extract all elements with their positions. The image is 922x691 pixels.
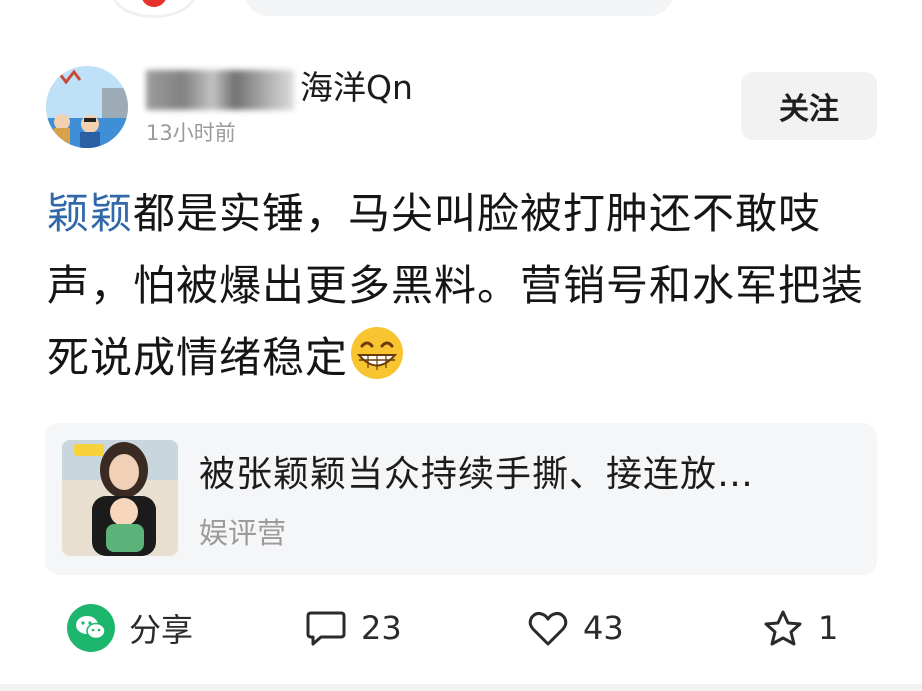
post-content: 颖颖都是实锤，马尖叫脸被打肿还不敢吱声，怕被爆出更多黑料。营销号和水军把装死说成… xyxy=(47,178,877,394)
comment-count: 23 xyxy=(361,609,402,647)
like-count: 43 xyxy=(583,609,624,647)
post-body: 都是实锤，马尖叫脸被打肿还不敢吱声，怕被爆出更多黑料。营销号和水军把装死说成情绪… xyxy=(47,189,865,382)
grinning-face-emoji-icon xyxy=(351,327,404,379)
like-button[interactable]: 43 xyxy=(527,598,624,658)
favorite-button[interactable]: 1 xyxy=(762,598,838,658)
link-source: 娱评营 xyxy=(199,516,287,550)
link-thumbnail xyxy=(62,440,178,556)
favorite-count: 1 xyxy=(818,609,839,647)
bottom-divider xyxy=(0,684,922,691)
link-title: 被张颖颖当众持续手撕、接连放… xyxy=(199,454,755,495)
mention-link[interactable]: 颖颖 xyxy=(47,189,133,238)
blurred-name-part xyxy=(146,70,294,110)
heart-icon xyxy=(528,611,568,646)
top-avatar-icon[interactable] xyxy=(112,0,196,18)
star-icon xyxy=(764,610,802,646)
follow-button[interactable]: 关注 xyxy=(741,72,877,140)
author-name[interactable]: 海洋Qn xyxy=(300,66,413,110)
wechat-icon xyxy=(67,604,115,652)
comment-icon xyxy=(306,611,346,646)
share-label: 分享 xyxy=(129,611,194,649)
link-card[interactable]: 被张颖颖当众持续手撕、接连放… 娱评营 xyxy=(45,423,877,575)
search-bar[interactable] xyxy=(244,0,674,16)
action-bar: 分享 23 43 1 xyxy=(0,598,922,658)
author-avatar[interactable] xyxy=(46,66,128,148)
share-button[interactable]: 分享 xyxy=(67,598,193,658)
post-time: 13小时前 xyxy=(146,121,236,145)
top-header-partial xyxy=(0,0,922,24)
comment-button[interactable]: 23 xyxy=(305,598,402,658)
